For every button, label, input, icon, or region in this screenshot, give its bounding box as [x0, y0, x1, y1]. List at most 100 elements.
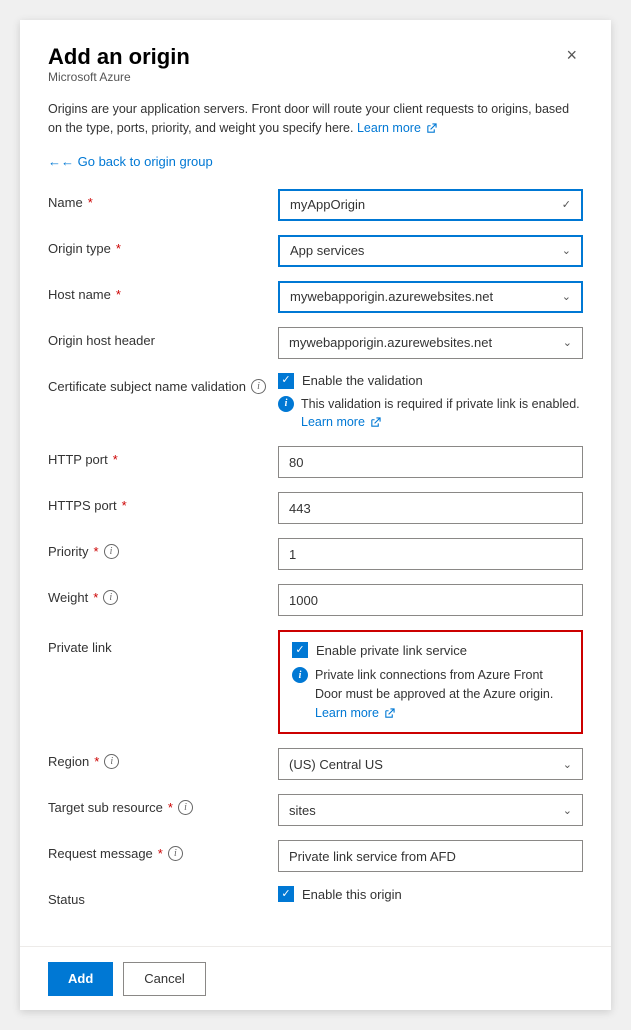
region-caret-icon: ⌄ [563, 758, 572, 771]
panel-title: Add an origin [48, 44, 190, 70]
weight-info-icon: i [103, 590, 118, 605]
origin-type-required: * [116, 241, 121, 256]
target-sub-resource-row: Target sub resource * i sites ⌄ [48, 794, 583, 826]
priority-control [278, 538, 583, 570]
cert-validation-row: Certificate subject name validation i ✓ … [48, 373, 583, 433]
priority-required: * [93, 544, 98, 559]
origin-type-dropdown[interactable]: App services ⌄ [278, 235, 583, 267]
status-check-icon: ✓ [281, 889, 290, 900]
target-sub-resource-caret-icon: ⌄ [563, 804, 572, 817]
region-label: Region * i [48, 748, 278, 769]
weight-row: Weight * i [48, 584, 583, 616]
origin-host-header-dropdown[interactable]: mywebapporigin.azurewebsites.net ⌄ [278, 327, 583, 359]
private-link-label: Private link [48, 630, 278, 655]
name-label: Name * [48, 189, 278, 210]
priority-label: Priority * i [48, 538, 278, 559]
region-row: Region * i (US) Central US ⌄ [48, 748, 583, 780]
back-arrow-icon: ← [48, 154, 61, 169]
region-dropdown[interactable]: (US) Central US ⌄ [278, 748, 583, 780]
weight-required: * [93, 590, 98, 605]
status-checkbox-row: ✓ Enable this origin [278, 886, 583, 902]
cert-validation-label: Certificate subject name validation i [48, 373, 278, 394]
target-sub-resource-dropdown[interactable]: sites ⌄ [278, 794, 583, 826]
private-link-info-text: Private link connections from Azure Fron… [315, 666, 569, 722]
host-name-dropdown[interactable]: mywebapporigin.azurewebsites.net ⌄ [278, 281, 583, 313]
private-link-control: ✓ Enable private link service i Private … [278, 630, 583, 734]
request-message-control [278, 840, 583, 872]
target-sub-resource-info-icon: i [178, 800, 193, 815]
close-button[interactable]: × [560, 44, 583, 66]
cert-validation-info-icon: i [251, 379, 266, 394]
priority-info-icon: i [104, 544, 119, 559]
region-info-icon: i [104, 754, 119, 769]
origin-host-header-row: Origin host header mywebapporigin.azurew… [48, 327, 583, 359]
priority-row: Priority * i [48, 538, 583, 570]
origin-host-header-label: Origin host header [48, 327, 278, 348]
status-label: Status [48, 886, 278, 907]
http-port-input[interactable] [278, 446, 583, 478]
private-link-box: ✓ Enable private link service i Private … [278, 630, 583, 734]
status-control: ✓ Enable this origin [278, 886, 583, 908]
https-port-row: HTTPS port * [48, 492, 583, 524]
private-link-row: Private link ✓ Enable private link servi… [48, 630, 583, 734]
name-control: myAppOrigin ✓ [278, 189, 583, 221]
status-checkbox[interactable]: ✓ [278, 886, 294, 902]
panel-header: Add an origin Microsoft Azure × [48, 44, 583, 96]
cert-validation-control: ✓ Enable the validation i This validatio… [278, 373, 583, 433]
http-port-required: * [113, 452, 118, 467]
learn-more-link-1[interactable]: Learn more [357, 121, 437, 135]
https-port-control [278, 492, 583, 524]
external-link-icon-1 [426, 123, 437, 134]
priority-input[interactable] [278, 538, 583, 570]
origin-type-row: Origin type * App services ⌄ [48, 235, 583, 267]
cert-validation-check-icon: ✓ [281, 375, 290, 386]
add-origin-panel: Add an origin Microsoft Azure × Origins … [20, 20, 611, 1010]
header-text-group: Add an origin Microsoft Azure [48, 44, 190, 96]
private-link-check-icon: ✓ [295, 645, 304, 656]
region-control: (US) Central US ⌄ [278, 748, 583, 780]
target-sub-resource-label: Target sub resource * i [48, 794, 278, 815]
cert-validation-learn-more-link[interactable]: Learn more [301, 415, 381, 429]
cancel-button[interactable]: Cancel [123, 962, 205, 996]
origin-type-label: Origin type * [48, 235, 278, 256]
request-message-row: Request message * i [48, 840, 583, 872]
status-row: Status ✓ Enable this origin [48, 886, 583, 916]
description-text: Origins are your application servers. Fr… [48, 100, 583, 138]
name-dropdown[interactable]: myAppOrigin ✓ [278, 189, 583, 221]
panel-footer: Add Cancel [20, 946, 611, 1010]
request-message-label: Request message * i [48, 840, 278, 861]
origin-host-header-caret-icon: ⌄ [563, 336, 572, 349]
cert-validation-checkbox[interactable]: ✓ [278, 373, 294, 389]
panel-subtitle: Microsoft Azure [48, 70, 190, 84]
private-link-checkbox[interactable]: ✓ [292, 642, 308, 658]
http-port-control [278, 446, 583, 478]
name-required: * [88, 195, 93, 210]
add-button[interactable]: Add [48, 962, 113, 996]
target-sub-resource-control: sites ⌄ [278, 794, 583, 826]
https-port-label: HTTPS port * [48, 492, 278, 513]
weight-input[interactable] [278, 584, 583, 616]
cert-validation-info-text: This validation is required if private l… [301, 395, 583, 433]
private-link-learn-more-link[interactable]: Learn more [315, 706, 395, 720]
host-name-row: Host name * mywebapporigin.azurewebsites… [48, 281, 583, 313]
host-name-required: * [116, 287, 121, 302]
request-message-info-icon: i [168, 846, 183, 861]
origin-type-control: App services ⌄ [278, 235, 583, 267]
http-port-row: HTTP port * [48, 446, 583, 478]
back-to-origin-group-link[interactable]: ← ← Go back to origin group [48, 154, 213, 169]
request-message-input[interactable] [278, 840, 583, 872]
private-link-learn-more-external-icon [384, 708, 395, 719]
origin-host-header-control: mywebapporigin.azurewebsites.net ⌄ [278, 327, 583, 359]
name-caret-icon: ✓ [562, 198, 571, 211]
host-name-caret-icon: ⌄ [562, 290, 571, 303]
weight-control [278, 584, 583, 616]
private-link-info-circle: i [292, 667, 308, 683]
region-required: * [94, 754, 99, 769]
cert-validation-info-circle: i [278, 396, 294, 412]
weight-label: Weight * i [48, 584, 278, 605]
target-sub-resource-required: * [168, 800, 173, 815]
origin-type-caret-icon: ⌄ [562, 244, 571, 257]
host-name-control: mywebapporigin.azurewebsites.net ⌄ [278, 281, 583, 313]
host-name-label: Host name * [48, 281, 278, 302]
https-port-input[interactable] [278, 492, 583, 524]
